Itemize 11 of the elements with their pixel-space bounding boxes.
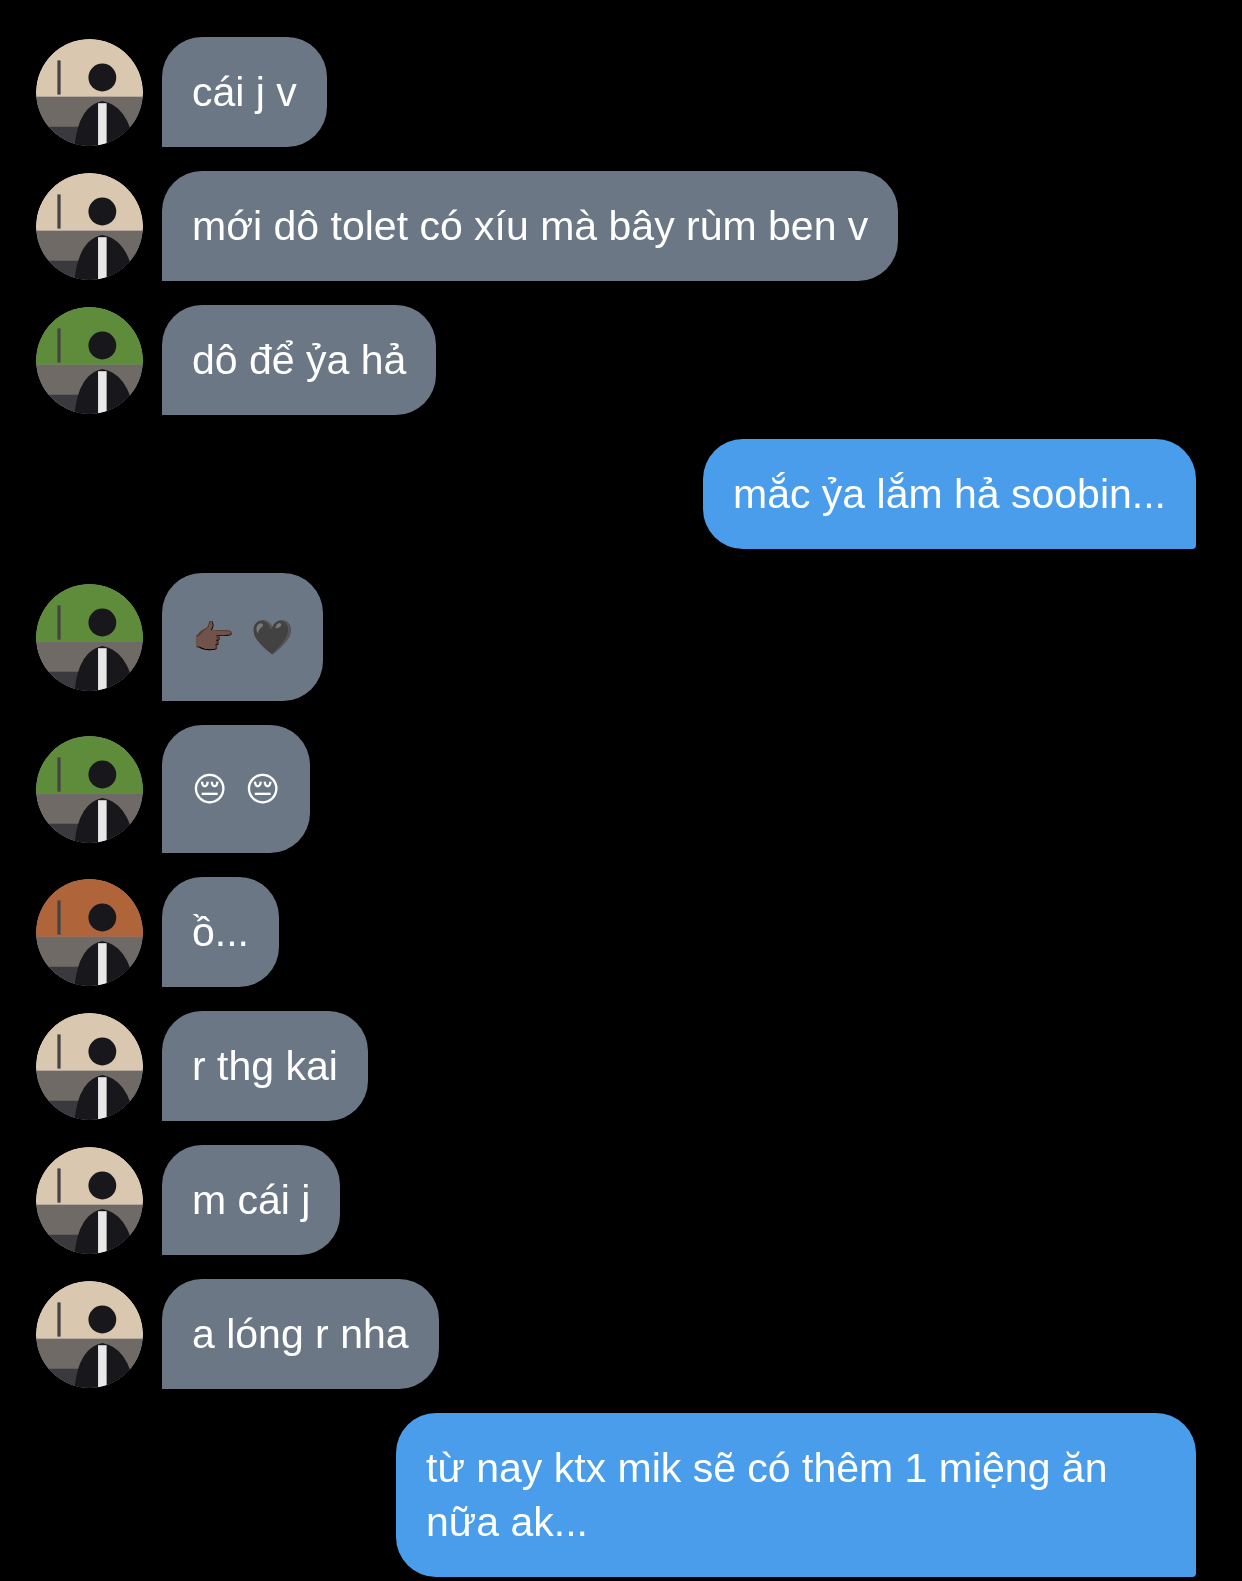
message-bubble: mắc ỷa lắm hả soobin... (703, 439, 1196, 549)
message-bubble: cái j v (162, 37, 327, 147)
message-bubble: ồ... (162, 877, 279, 987)
message-bubble: a lóng r nha (162, 1279, 439, 1389)
message-bubble: dô để ỷa hả (162, 305, 437, 415)
message-bubble: m cái j (162, 1145, 341, 1255)
message-bubble: từ nay ktx mik sẽ có thêm 1 miệng ăn nữa ak... (396, 1413, 1196, 1577)
message-bubble: 😔 😔 (162, 725, 311, 853)
message-bubble: mới dô tolet có xíu mà bây rùm ben v (162, 171, 899, 281)
message-bubble: 👉🏿 🖤 (162, 573, 324, 701)
message-bubble: r thg kai (162, 1011, 368, 1121)
